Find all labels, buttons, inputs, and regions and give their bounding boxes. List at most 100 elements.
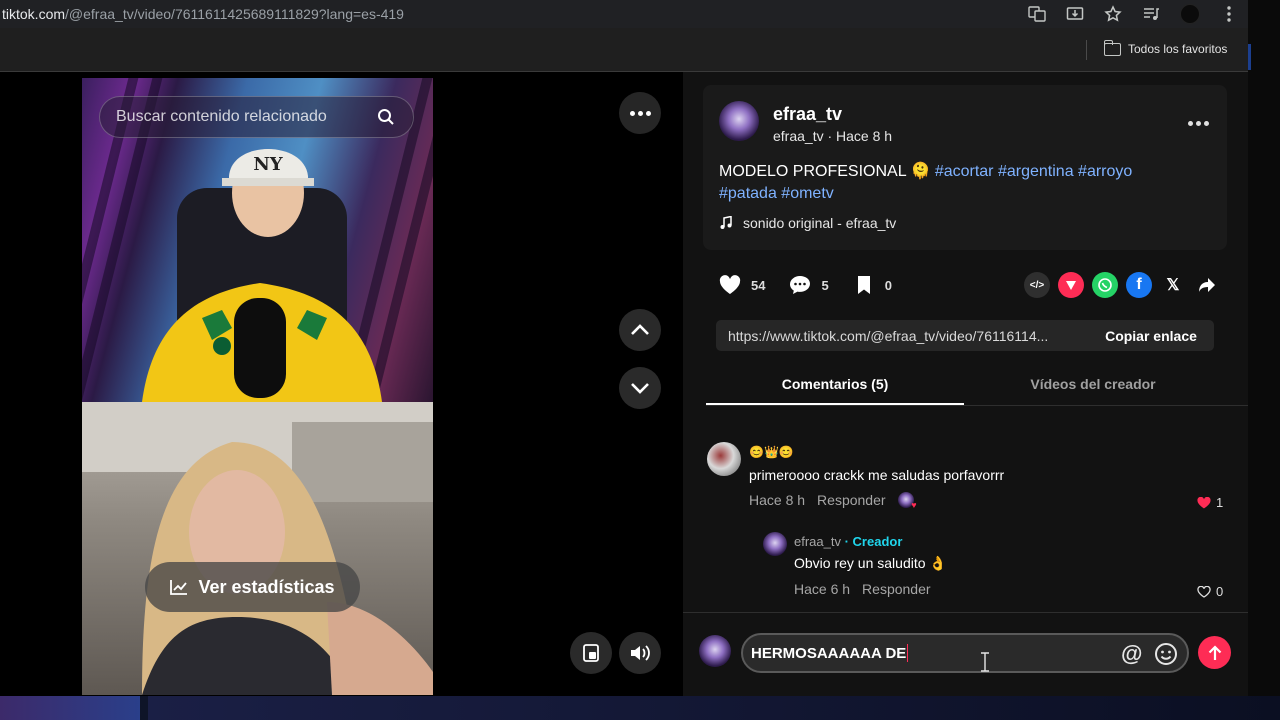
chevron-down-icon [631, 383, 649, 394]
post-caption: MODELO PROFESIONAL 🫠 #acortar #argentina… [719, 161, 1189, 205]
comment-like-count: 1 [1216, 495, 1224, 510]
comment-time: Hace 8 h [749, 492, 806, 508]
previous-video-button[interactable] [619, 309, 661, 351]
window-edge [1248, 0, 1280, 720]
hashtag[interactable]: #arroyo [1078, 163, 1132, 180]
reply-user[interactable]: efraa_tv · Creador [794, 534, 902, 549]
share-options: </> f 𝕏 [1024, 272, 1220, 298]
reply-text: Obvio rey un saludito 👌 [794, 555, 947, 571]
browser-toolbar: tiktok.com/@efraa_tv/video/7611611425689… [0, 0, 1248, 28]
save-button[interactable]: 0 [851, 272, 892, 298]
heart-outline-icon [1197, 585, 1211, 598]
comment-input[interactable]: HERMOSAAAAAA DE @ [741, 633, 1189, 673]
related-search-placeholder: Buscar contenido relacionado [116, 108, 327, 125]
svg-text:NY: NY [253, 154, 283, 175]
panel-tabs: Comentarios (5) Vídeos del creador [706, 368, 1248, 406]
caption-text: MODELO PROFESIONAL 🫠 [719, 163, 935, 180]
hashtag[interactable]: #patada [719, 185, 777, 202]
heart-filled-icon [1197, 496, 1211, 508]
engagement-stats: 54 5 0 [717, 272, 914, 298]
video-player[interactable]: NY Buscar contenido relacionado Ver esta… [82, 78, 433, 695]
post-comment-button[interactable] [1198, 636, 1231, 669]
reply-time: Hace 6 h [794, 581, 851, 597]
all-bookmarks-button[interactable]: Todos los favoritos [1103, 39, 1228, 56]
bookmarks-bar: Todos los favoritos [0, 28, 1248, 72]
text-caret [907, 644, 909, 662]
emoji-icon[interactable] [1154, 642, 1178, 666]
reply-username: efraa_tv [794, 534, 841, 549]
commenter-emojis[interactable]: 😊👑😊 [749, 445, 794, 459]
url-host: tiktok.com [2, 6, 66, 22]
browser-menu-icon[interactable] [1220, 5, 1238, 23]
taskbar-strip [0, 696, 1280, 720]
composer-divider [683, 612, 1248, 613]
reply-avatar[interactable] [763, 532, 787, 556]
comment-count: 5 [821, 277, 829, 293]
current-user-avatar [699, 635, 731, 667]
tab-creator-videos[interactable]: Vídeos del creador [964, 376, 1222, 392]
creator-liked-avatar: ♥ [897, 492, 917, 510]
author-meta: efraa_tv · Hace 8 h [773, 128, 893, 144]
copy-link-button[interactable]: Copiar enlace [1088, 328, 1214, 344]
share-link-url[interactable]: https://www.tiktok.com/@efraa_tv/video/7… [716, 328, 1088, 344]
sound-link[interactable]: sonido original - efraa_tv [719, 215, 896, 231]
x-twitter-icon[interactable]: 𝕏 [1160, 272, 1186, 298]
author-name[interactable]: efraa_tv [773, 104, 842, 125]
share-arrow-icon[interactable] [1194, 272, 1220, 298]
comment-meta: Hace 8 h Responder ♥ [749, 492, 917, 510]
post-info-card: efraa_tv efraa_tv · Hace 8 h MODELO PROF… [703, 85, 1227, 250]
media-queue-icon[interactable] [1142, 5, 1160, 23]
translate-icon[interactable] [1028, 5, 1046, 23]
comment-like-button[interactable]: 1 [1197, 495, 1223, 510]
bookmarks-divider [1086, 40, 1087, 60]
post-more-icon[interactable] [1188, 121, 1209, 126]
install-app-icon[interactable] [1066, 5, 1084, 23]
reply-like-count: 0 [1216, 584, 1224, 599]
bookmark-star-icon[interactable] [1104, 5, 1122, 23]
analytics-icon [170, 580, 188, 595]
bookmark-icon [851, 272, 877, 298]
tab-comments[interactable]: Comentarios (5) [706, 376, 964, 392]
arrow-up-icon [1208, 644, 1221, 660]
video-more-button[interactable] [619, 92, 661, 134]
hashtag[interactable]: #argentina [998, 163, 1074, 180]
volume-button[interactable] [619, 632, 661, 674]
next-video-button[interactable] [619, 367, 661, 409]
hashtag[interactable]: #ometv [781, 185, 833, 202]
guest-figure [82, 402, 433, 695]
all-bookmarks-label: Todos los favoritos [1128, 42, 1228, 56]
reply-reply-button[interactable]: Responder [862, 581, 931, 597]
reply-button[interactable]: Responder [817, 492, 886, 508]
chevron-up-icon [631, 324, 649, 335]
details-panel: efraa_tv efraa_tv · Hace 8 h MODELO PROF… [683, 72, 1248, 696]
tiktok-send-icon[interactable] [1058, 272, 1084, 298]
folder-icon [1103, 39, 1121, 56]
like-count: 54 [751, 277, 766, 293]
embed-code-icon[interactable]: </> [1024, 272, 1050, 298]
reply-like-button[interactable]: 0 [1197, 584, 1223, 599]
author-avatar[interactable] [719, 101, 759, 141]
related-search-input[interactable]: Buscar contenido relacionado [99, 96, 414, 138]
text-cursor-icon [981, 652, 989, 672]
video-bottom-frame [82, 402, 433, 695]
share-link-box: https://www.tiktok.com/@efraa_tv/video/7… [716, 320, 1214, 351]
miniplayer-icon [583, 644, 599, 662]
whatsapp-icon[interactable] [1092, 272, 1118, 298]
like-button[interactable]: 54 [717, 272, 765, 298]
search-icon[interactable] [377, 108, 395, 126]
commenter-avatar[interactable] [707, 442, 741, 476]
more-dots-icon [629, 110, 651, 116]
active-tab-indicator [706, 403, 964, 405]
mention-icon[interactable]: @ [1121, 641, 1142, 667]
view-stats-button[interactable]: Ver estadísticas [145, 562, 360, 612]
view-stats-label: Ver estadísticas [198, 576, 335, 597]
address-bar[interactable]: tiktok.com/@efraa_tv/video/7611611425689… [0, 6, 404, 22]
hashtag[interactable]: #acortar [935, 163, 994, 180]
heart-icon [717, 272, 743, 298]
save-count: 0 [884, 277, 892, 293]
video-area: NY Buscar contenido relacionado Ver esta… [0, 72, 683, 696]
facebook-icon[interactable]: f [1126, 272, 1152, 298]
comment-button[interactable]: 5 [787, 272, 829, 298]
miniplayer-button[interactable] [570, 632, 612, 674]
profile-avatar[interactable] [1180, 4, 1200, 24]
